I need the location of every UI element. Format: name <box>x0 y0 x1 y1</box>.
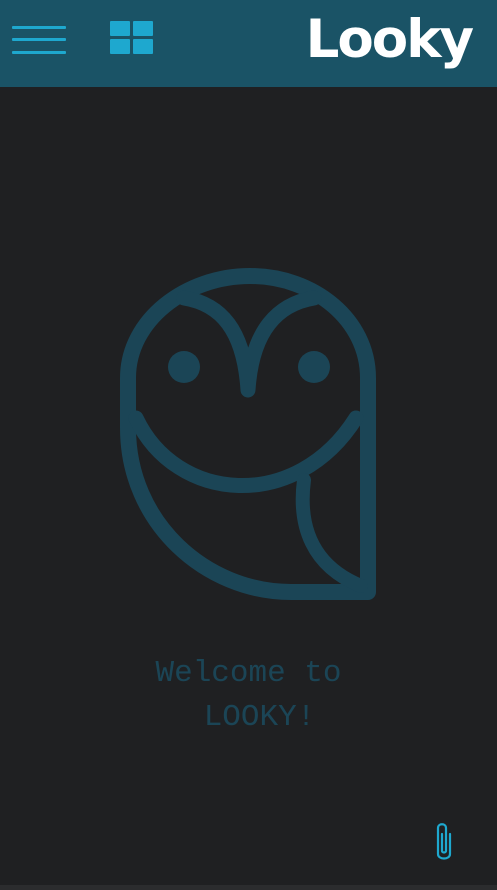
grid-tile <box>110 21 130 36</box>
hamburger-menu-button[interactable] <box>12 22 66 58</box>
menu-bar-line <box>12 26 66 29</box>
grid-tile <box>133 21 153 36</box>
paperclip-icon <box>436 823 452 860</box>
menu-bar-line <box>12 38 66 41</box>
grid-tile <box>133 39 153 54</box>
app-title: Looky <box>305 9 474 70</box>
grid-tile <box>110 39 130 54</box>
welcome-line-1: Welcome to <box>155 656 342 691</box>
bottom-strip <box>0 885 497 890</box>
welcome-line-2: LOOKY! <box>203 700 316 735</box>
owl-logo-icon <box>120 268 376 600</box>
attach-button[interactable] <box>430 820 458 864</box>
grid-view-button[interactable] <box>110 21 154 55</box>
top-bar: Looky <box>0 0 497 87</box>
menu-bar-line <box>12 51 66 54</box>
welcome-message: Welcome to LOOKY! <box>0 652 497 740</box>
